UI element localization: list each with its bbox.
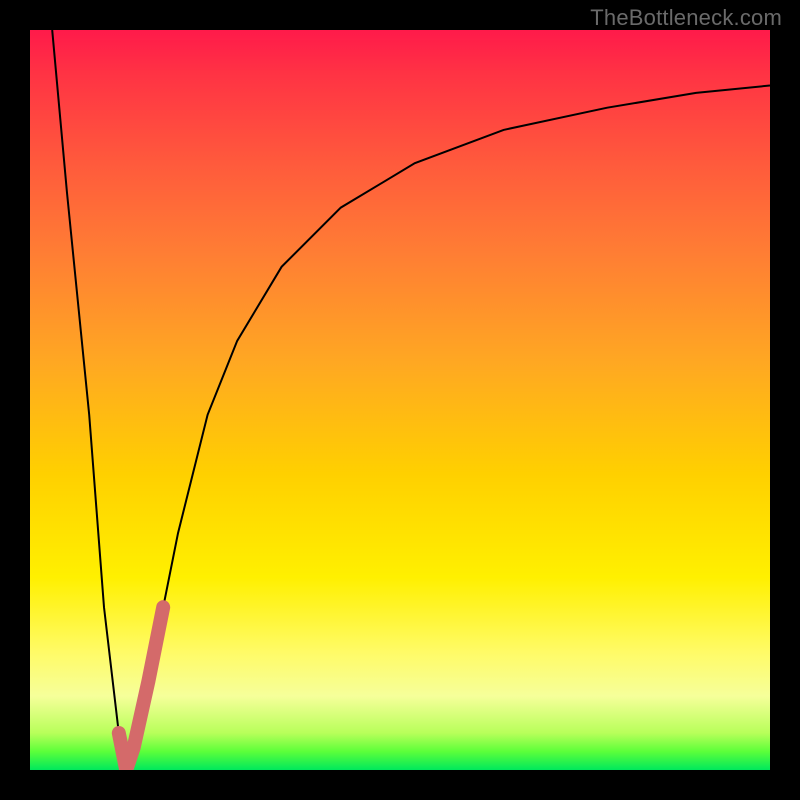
highlight-segment — [119, 607, 163, 770]
curve-layer — [30, 30, 770, 770]
plot-area — [30, 30, 770, 770]
watermark-text: TheBottleneck.com — [590, 5, 782, 31]
chart-frame: TheBottleneck.com — [0, 0, 800, 800]
